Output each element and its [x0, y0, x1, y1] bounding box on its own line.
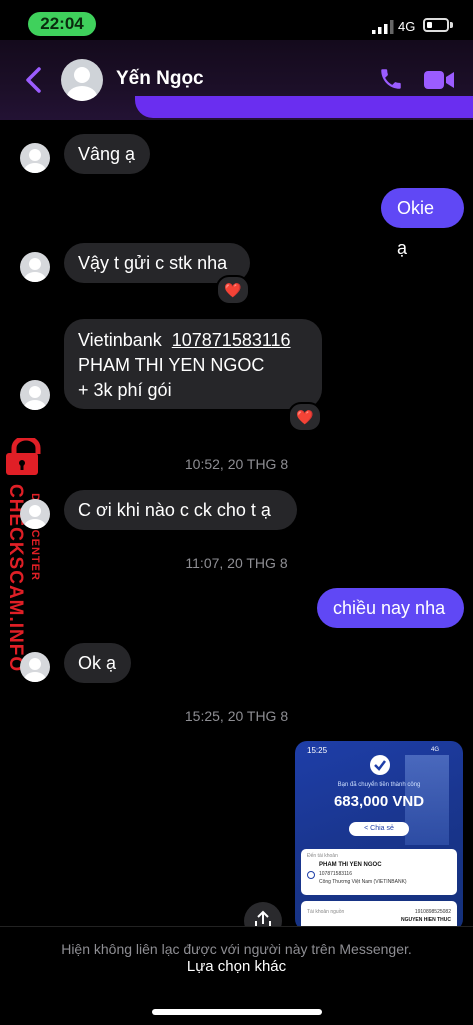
incoming-message-account[interactable]: Vietinbank 107871583116 PHAM THI YEN NGO… [64, 319, 322, 409]
recipient-card: Đến tài khoản PHAM THI YEN NGOC 10787158… [301, 849, 457, 895]
watermark-data-center: DATA CENTER [29, 493, 41, 581]
other-options-link[interactable]: Lựa chọn khác [0, 958, 473, 975]
sender-avatar [20, 499, 50, 529]
battery-icon [423, 18, 449, 32]
battery-tip [450, 22, 453, 28]
sender-avatar [20, 143, 50, 173]
vietinbank-logo-icon [307, 871, 315, 879]
receipt-network: 4G [431, 747, 440, 753]
previous-message-edge [135, 96, 473, 118]
share-label: Chia sẻ [370, 825, 394, 832]
sender-avatar [20, 252, 50, 282]
success-check-icon [370, 755, 390, 775]
incoming-message[interactable]: Ok ạ [64, 643, 131, 683]
heart-reaction-icon[interactable]: ❤️ [216, 275, 250, 305]
account-number-link[interactable]: 107871583116 [172, 330, 291, 350]
account-line-1: Vietinbank 107871583116 [78, 328, 308, 353]
unavailable-notice: Hiện không liên lạc được với người này t… [61, 941, 412, 957]
receipt-headline: Bạn đã chuyển tiền thành công [337, 782, 421, 788]
bank-name: Vietinbank [78, 330, 162, 350]
fee-note: + 3k phí gói [78, 380, 172, 400]
timestamp: 10:52, 20 THG 8 [184, 456, 289, 472]
back-icon[interactable] [24, 66, 42, 94]
outgoing-message[interactable]: chiều nay nha [317, 588, 464, 628]
network-label: 4G [398, 19, 416, 34]
receipt-time: 15:25 [307, 746, 328, 755]
share-button[interactable]: < Chia sẻ [349, 822, 409, 836]
sender-avatar [20, 380, 50, 410]
incoming-message[interactable]: Vâng ạ [64, 134, 150, 174]
home-indicator[interactable] [152, 1009, 322, 1015]
incoming-message[interactable]: C ơi khi nào c ck cho t ạ [64, 490, 297, 530]
from-label: Tài khoản nguồn [307, 909, 345, 915]
timestamp: 11:07, 20 THG 8 [185, 555, 288, 571]
transfer-receipt-image[interactable]: 15:25 4G Bạn đã chuyển tiền thành công 6… [295, 741, 463, 931]
video-call-icon[interactable] [423, 68, 455, 92]
account-holder-name: PHAM THI YEN NGOC [78, 355, 265, 375]
contact-avatar[interactable] [61, 59, 103, 101]
from-account: 1910898525082 [414, 909, 451, 915]
to-account: 107871583116 [319, 871, 352, 877]
receipt-amount: 683,000 VND [333, 793, 425, 810]
to-name: PHAM THI YEN NGOC [319, 862, 382, 868]
timestamp: 15:25, 20 THG 8 [184, 708, 289, 724]
sender-avatar [20, 652, 50, 682]
signal-icon [372, 20, 394, 34]
to-bank: Công Thương Việt Nam (VIETINBANK) [319, 879, 407, 885]
phone-call-icon[interactable] [378, 66, 404, 92]
status-time: 22:04 [28, 12, 96, 36]
contact-name[interactable]: Yến Ngọc [116, 68, 204, 90]
heart-reaction-icon[interactable]: ❤️ [288, 402, 322, 432]
from-name: NGUYEN HIEN THUC [400, 917, 451, 923]
outgoing-message[interactable]: Okie ạ [381, 188, 464, 258]
to-label: Đến tài khoản [307, 853, 338, 859]
